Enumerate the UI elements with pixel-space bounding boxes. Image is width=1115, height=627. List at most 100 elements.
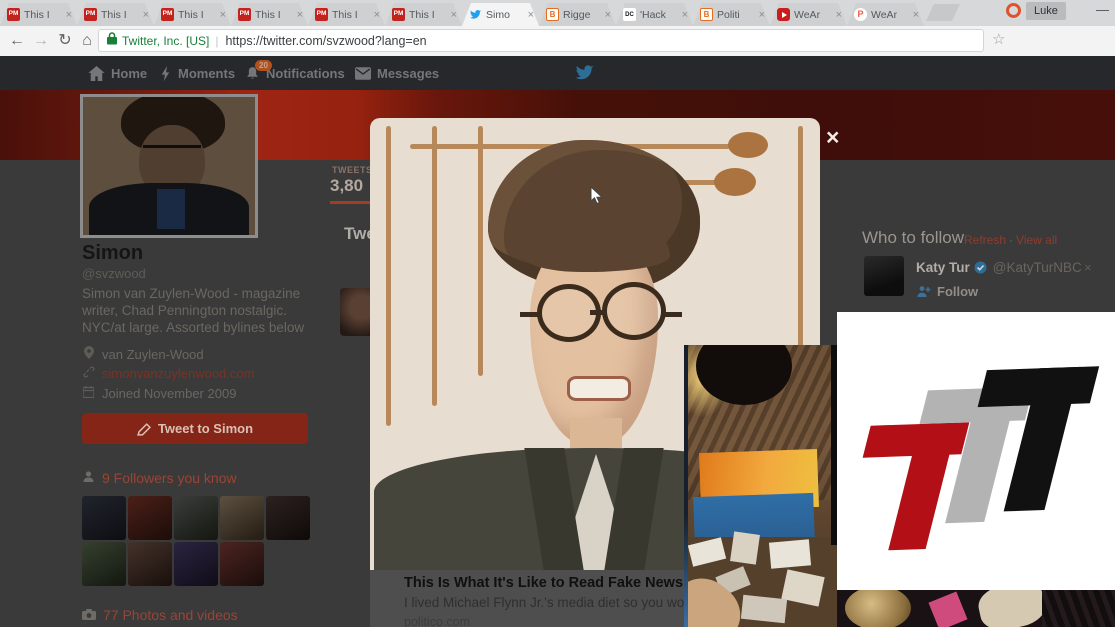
tab-close-icon[interactable]: × [604,9,612,21]
tab-title: 'Hack [640,9,681,21]
follower-avatar[interactable] [128,542,172,586]
location-pin-icon [82,346,95,362]
tab-close-icon[interactable]: × [527,9,535,21]
profile-website-link[interactable]: simonvanzuylenwood.com [102,366,254,381]
tab-close-icon[interactable]: × [912,9,920,21]
tweets-stat-label[interactable]: TWEETS [332,165,373,175]
tab-politico-5[interactable]: PMThis I× [308,3,385,26]
tab-close-icon[interactable]: × [219,9,227,21]
tab-politico-6[interactable]: PMThis I× [385,3,462,26]
wooden-spoon [478,126,483,376]
tab-close-icon[interactable]: × [758,9,766,21]
tab-title: Simo [486,9,527,21]
camera-icon [82,607,96,623]
envelope-icon [355,67,371,80]
calendar-icon [82,386,95,401]
tab-politico-4[interactable]: PMThis I× [231,3,308,26]
tab-close-icon[interactable]: × [373,9,381,21]
bookmark-star-icon[interactable]: ☆ [992,30,1005,48]
tab-close-icon[interactable]: × [681,9,689,21]
gold-microphone [845,590,911,627]
home-button[interactable]: ⌂ [76,29,98,53]
tab-dailycaller[interactable]: DC 'Hack× [616,3,693,26]
tab-politico-2[interactable]: PMThis I× [77,3,154,26]
modal-close-icon[interactable]: × [826,124,839,151]
politico-favicon: PM [161,8,174,21]
profile-website-row: simonvanzuylenwood.com [82,366,254,381]
site-identity[interactable]: Twitter, Inc. [US] [122,34,209,48]
follower-avatar[interactable] [266,496,310,540]
nav-home[interactable]: Home [88,56,147,90]
nav-moments-label: Moments [178,66,235,81]
wooden-spoon [386,126,391,426]
follower-avatar[interactable] [128,496,172,540]
dailycaller-favicon: DC [623,8,636,21]
who-to-follow-links: Refresh·View all [964,233,1057,247]
tab-twitter-active[interactable]: Simo× [462,3,539,26]
paper-scrap [741,595,787,623]
suggestion-name[interactable]: Katy Tur [916,260,970,275]
compose-pen-icon [137,422,151,436]
photos-and-videos-label: 77 Photos and videos [103,607,238,623]
follower-avatar[interactable] [82,496,126,540]
tab-youtube[interactable]: WeAr× [770,3,847,26]
reload-button[interactable]: ↻ [54,29,76,53]
paper-scrap [769,539,811,568]
eyeglasses-right-lens [602,282,666,340]
tab-patreon[interactable]: PWeAr× [847,3,924,26]
photos-and-videos-link[interactable]: 77 Photos and videos [82,607,238,623]
suggestion-name-row[interactable]: Katy Tur @KatyTurNBC [916,260,1082,275]
profile-name[interactable]: Simon [82,242,143,265]
profile-bio: Simon van Zuylen-Wood - magazine writer,… [82,285,322,336]
twitter-logo-icon[interactable] [574,56,601,90]
page-url[interactable]: https://twitter.com/svzwood?lang=en [225,34,426,48]
follower-avatar[interactable] [174,542,218,586]
follow-button[interactable]: Follow [916,284,978,299]
profile-handle: @svzwood [82,266,146,281]
beige-object [975,590,1049,627]
back-button[interactable]: ← [6,29,28,53]
tab-politico-3[interactable]: PMThis I× [154,3,231,26]
video-bottom-strip [837,590,1115,627]
tweets-stat-count[interactable]: 3,80 [330,176,363,196]
tab-politico-1[interactable]: PMThis I× [0,3,77,26]
forward-button[interactable]: → [30,29,52,53]
ttt-logo [837,312,1115,590]
nav-moments[interactable]: Moments [160,56,235,90]
address-bar[interactable]: Twitter, Inc. [US] | https://twitter.com… [98,29,984,52]
view-all-link[interactable]: View all [1016,233,1057,247]
follower-avatar[interactable] [220,496,264,540]
tweet-to-button[interactable]: Tweet to Simon [82,413,308,444]
follower-avatar[interactable] [174,496,218,540]
tab-close-icon[interactable]: × [296,9,304,21]
follow-person-icon [916,285,931,298]
nav-messages-label: Messages [377,66,439,81]
follower-avatar[interactable] [82,542,126,586]
chrome-profile-chip[interactable]: Luke [1026,2,1066,20]
profile-joined-date: Joined November 2009 [102,386,236,401]
profile-photo[interactable] [80,94,258,238]
new-tab-button[interactable] [926,4,960,21]
nav-notifications[interactable]: 20 Notifications [245,56,345,90]
tab-breitbart-2[interactable]: BPoliti× [693,3,770,26]
tab-close-icon[interactable]: × [835,9,843,21]
tab-strip: PMThis I× PMThis I× PMThis I× PMThis I× … [0,0,1115,26]
followers-you-know-link[interactable]: 9 Followers you know [82,470,237,486]
profile-location-row: van Zuylen-Wood [82,346,204,362]
tab-title: This I [24,9,65,21]
tab-close-icon[interactable]: × [65,9,73,21]
nav-notifications-label: Notifications [266,66,345,81]
nav-messages[interactable]: Messages [355,56,439,90]
breitbart-favicon: B [700,8,713,21]
tab-close-icon[interactable]: × [142,9,150,21]
tab-breitbart-1[interactable]: BRigge× [539,3,616,26]
tab-close-icon[interactable]: × [450,9,458,21]
refresh-link[interactable]: Refresh [964,233,1006,247]
follower-avatar[interactable] [220,542,264,586]
tab-title: This I [332,9,373,21]
dismiss-suggestion-icon[interactable]: × [1084,260,1092,275]
recorder-icon [1006,3,1021,18]
suggestion-avatar[interactable] [864,256,904,296]
person-icon [82,470,95,486]
window-minimize-button[interactable]: — [1090,0,1115,22]
